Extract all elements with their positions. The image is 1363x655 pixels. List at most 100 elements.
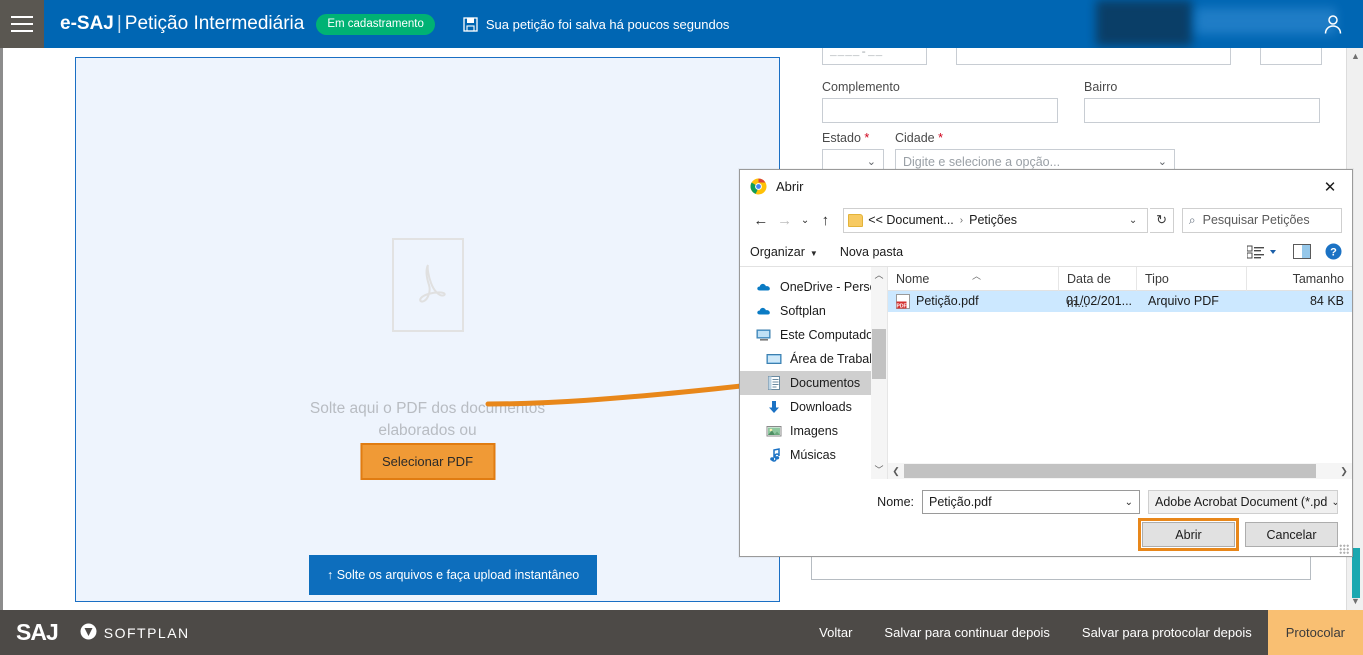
sidebar-item-musicas[interactable]: Músicas	[740, 443, 887, 467]
file-open-dialog: Abrir ✕ ← → ⌄ ↑ << Document... › Petiçõe…	[739, 169, 1353, 557]
softplan-shield-icon	[80, 623, 97, 643]
dialog-button-row: Abrir Cancelar	[740, 518, 1338, 551]
organize-button[interactable]: Organizar ▼	[750, 245, 818, 259]
sidebar-item-documentos[interactable]: Documentos	[740, 371, 887, 395]
complemento-field[interactable]	[822, 98, 1058, 123]
search-field[interactable]	[1202, 213, 1336, 227]
downloads-arrow-icon	[766, 399, 782, 415]
dropzone-instruction-line1: Solte aqui o PDF dos documentos	[309, 400, 546, 417]
arrow-up-icon[interactable]: ↑	[815, 207, 837, 233]
sidebar-item-area-de-trabalho[interactable]: Área de Trabalho	[740, 347, 887, 371]
redacted-region-b	[1196, 8, 1336, 34]
breadcrumb-chevron-down-icon[interactable]: ⌄	[1129, 215, 1143, 226]
chevron-down-icon[interactable]: ﹀	[871, 462, 887, 479]
select-pdf-button[interactable]: Selecionar PDF	[359, 443, 496, 480]
save-status: Sua petição foi salva há poucos segundos	[463, 17, 729, 32]
sidebar-scrollbar-thumb[interactable]	[872, 329, 886, 379]
chevron-down-icon: ⌄	[866, 156, 876, 168]
scroll-up-icon[interactable]: ▲	[1347, 48, 1363, 65]
refresh-icon[interactable]: ↻	[1150, 207, 1174, 233]
sidebar-item-downloads[interactable]: Downloads	[740, 395, 887, 419]
chevron-down-icon: ▼	[809, 248, 818, 258]
sidebar-item-onedrive-personal[interactable]: OneDrive - Person	[740, 275, 887, 299]
onedrive-cloud-icon	[756, 279, 772, 295]
content-area: Solte aqui o PDF dos documentos elaborad…	[0, 48, 793, 610]
softplan-logo: SOFTPLAN	[80, 623, 190, 643]
sidebar-item-imagens[interactable]: Imagens	[740, 419, 887, 443]
table-row[interactable]: PDF Petição.pdf 01/02/201... Arquivo PDF…	[888, 291, 1352, 312]
recent-locations-chevron-down-icon[interactable]: ⌄	[798, 207, 813, 233]
file-list-hscrollbar[interactable]: ❮ ❯	[888, 463, 1352, 479]
new-folder-button[interactable]: Nova pasta	[840, 245, 903, 259]
file-name-cell: PDF Petição.pdf	[888, 291, 1058, 312]
hscrollbar-thumb[interactable]	[904, 464, 1316, 478]
bairro-label: Bairro	[1084, 80, 1118, 94]
search-input[interactable]: ⌕	[1181, 207, 1343, 233]
chevron-left-icon[interactable]: ❮	[888, 466, 904, 477]
cidade-label: Cidade *	[895, 131, 943, 145]
cep-field[interactable]: ____-__	[822, 48, 927, 65]
hscrollbar-track[interactable]	[904, 463, 1336, 479]
resize-grip[interactable]	[1339, 544, 1349, 554]
saj-logo-label: SAJ	[16, 619, 59, 645]
logradouro-field[interactable]	[956, 48, 1231, 65]
svg-text:?: ?	[1330, 247, 1337, 259]
cancelar-button[interactable]: Cancelar	[1245, 522, 1338, 547]
breadcrumb[interactable]: << Document... › Petições ⌄	[843, 207, 1149, 233]
form-row-complemento-bairro: Complemento Bairro	[822, 80, 1320, 123]
brand-label: e-SAJ	[60, 13, 114, 34]
voltar-button[interactable]: Voltar	[803, 610, 868, 655]
filename-value: Petição.pdf	[929, 495, 992, 509]
abrir-button[interactable]: Abrir	[1138, 518, 1239, 551]
complemento-label: Complemento	[822, 80, 900, 94]
dialog-navbar: ← → ⌄ ↑ << Document... › Petições ⌄ ↻ ⌕	[740, 203, 1352, 237]
dialog-footer: Nome: Petição.pdf ⌄ Adobe Acrobat Docume…	[740, 479, 1352, 557]
sidebar-item-label: Imagens	[790, 424, 838, 438]
instant-upload-button[interactable]: ↑ Solte os arquivos e faça upload instan…	[309, 555, 598, 595]
dialog-body: OneDrive - Person Softplan Este Computad…	[740, 266, 1352, 479]
chevron-down-icon[interactable]: ⌄	[1327, 497, 1337, 508]
sidebar-scrollbar[interactable]: ︿ ﹀	[871, 267, 887, 479]
help-icon[interactable]: ?	[1325, 243, 1342, 260]
arrow-left-icon[interactable]: ←	[750, 207, 772, 233]
screenshot-root: e-SAJ | Petição Intermediária Em cadastram…	[0, 0, 1363, 655]
column-header-nome[interactable]: Nome ︿	[888, 267, 1058, 291]
hamburger-menu-icon[interactable]	[0, 0, 44, 48]
close-icon[interactable]: ✕	[1308, 170, 1352, 203]
file-size-cell: 84 KB	[1309, 294, 1344, 308]
pdf-dropzone[interactable]: Solte aqui o PDF dos documentos elaborad…	[75, 57, 780, 602]
chevron-down-icon: ⌄	[1157, 156, 1167, 168]
breadcrumb-segment-1[interactable]: Petições	[969, 213, 1017, 227]
preview-pane-icon[interactable]	[1293, 244, 1311, 259]
filetype-select[interactable]: Adobe Acrobat Document (*.pd ⌄	[1148, 490, 1338, 514]
arrow-right-icon[interactable]: →	[774, 207, 796, 233]
filename-row: Nome: Petição.pdf ⌄ Adobe Acrobat Docume…	[740, 490, 1338, 514]
chevron-down-icon[interactable]: ⌄	[1125, 497, 1133, 508]
scrollbar-thumb[interactable]	[1352, 548, 1360, 598]
file-list-header: Nome ︿ Data de m... Tipo Tamanho	[888, 266, 1352, 310]
softplan-logo-label: SOFTPLAN	[103, 624, 190, 641]
numero-field[interactable]	[1260, 48, 1322, 65]
form-row-cep: ____-__	[822, 48, 1322, 65]
salvar-continuar-button[interactable]: Salvar para continuar depois	[868, 610, 1066, 655]
dropzone-instruction-line2: elaborados ou	[378, 422, 477, 439]
view-list-icon[interactable]	[1247, 245, 1279, 259]
protocolar-button[interactable]: Protocolar	[1267, 610, 1363, 655]
dropzone-instruction: Solte aqui o PDF dos documentos elaborad…	[76, 398, 779, 442]
dialog-titlebar: Abrir ✕	[740, 170, 1352, 203]
chevron-up-icon[interactable]: ︿	[871, 267, 887, 284]
column-header-tipo[interactable]: Tipo	[1136, 266, 1246, 291]
bairro-field[interactable]	[1084, 98, 1320, 123]
filename-input[interactable]: Petição.pdf ⌄	[922, 490, 1140, 514]
chevron-right-icon[interactable]: ❯	[1336, 466, 1352, 477]
filetype-value: Adobe Acrobat Document (*.pd	[1155, 495, 1328, 509]
sidebar-item-este-computador[interactable]: Este Computador	[740, 323, 887, 347]
dialog-title: Abrir	[776, 179, 804, 194]
sidebar-item-softplan[interactable]: Softplan	[740, 299, 887, 323]
column-header-tamanho[interactable]: Tamanho	[1246, 266, 1352, 291]
user-avatar-icon[interactable]	[1321, 12, 1345, 36]
column-header-data[interactable]: Data de m...	[1058, 266, 1136, 310]
salvar-protocolar-button[interactable]: Salvar para protocolar depois	[1066, 610, 1268, 655]
scroll-down-icon[interactable]: ▼	[1347, 593, 1363, 610]
breadcrumb-segment-0[interactable]: << Document...	[868, 213, 953, 227]
